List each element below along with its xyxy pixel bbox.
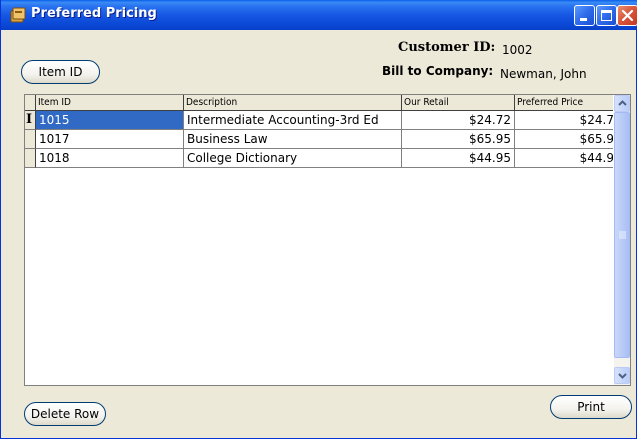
customer-id-value: 1002 (502, 43, 533, 57)
scroll-up-button[interactable] (614, 95, 630, 112)
cell-our-retail[interactable]: $24.72 (402, 111, 515, 130)
cell-our-retail[interactable]: $44.95 (402, 149, 515, 168)
scroll-down-button[interactable] (614, 367, 630, 384)
row-selector[interactable] (25, 149, 36, 168)
customer-id-label: Customer ID: (398, 40, 496, 55)
grip-icon (619, 231, 626, 239)
chevron-down-icon (618, 373, 627, 379)
close-icon (621, 9, 634, 22)
app-icon[interactable] (10, 7, 26, 23)
cell-preferred-price[interactable]: $44.9 (515, 149, 615, 168)
cell-preferred-price[interactable]: $24.7 (515, 111, 615, 130)
item-id-button[interactable]: Item ID (21, 60, 100, 84)
row-selector[interactable] (25, 130, 36, 149)
vertical-scrollbar[interactable] (613, 95, 630, 385)
delete-row-button[interactable]: Delete Row (24, 402, 106, 426)
row-selector[interactable]: I (25, 111, 36, 130)
print-button[interactable]: Print (550, 395, 632, 419)
window-title: Preferred Pricing (31, 6, 157, 21)
cell-preferred-price[interactable]: $65.9 (515, 130, 615, 149)
column-header-description[interactable]: Description (184, 95, 402, 111)
cell-description[interactable]: College Dictionary (184, 149, 402, 168)
cell-item-id[interactable]: 1018 (36, 149, 184, 168)
close-button[interactable] (617, 5, 637, 26)
bill-to-value: Newman, John (500, 67, 587, 81)
minimize-icon (580, 18, 587, 21)
header-corner (25, 95, 36, 111)
minimize-button[interactable] (574, 5, 595, 26)
chevron-up-icon (618, 100, 627, 106)
preferred-pricing-window: Preferred Pricing Customer ID: 1002 Bill… (0, 0, 637, 439)
cell-description[interactable]: Business Law (184, 130, 402, 149)
maximize-button[interactable] (596, 5, 617, 26)
pricing-grid[interactable]: Item ID Description Our Retail Preferred… (24, 94, 631, 386)
cell-our-retail[interactable]: $65.95 (402, 130, 515, 149)
maximize-icon (601, 10, 612, 21)
title-bar[interactable]: Preferred Pricing (1, 0, 637, 30)
bill-to-label: Bill to Company: (382, 64, 494, 78)
cell-item-id[interactable]: 1015 (36, 111, 184, 130)
column-header-preferred-price[interactable]: Preferred Price (515, 95, 615, 111)
current-row-marker: I (26, 112, 33, 127)
column-header-item-id[interactable]: Item ID (36, 95, 184, 111)
scroll-thumb[interactable] (614, 112, 630, 358)
cell-item-id[interactable]: 1017 (36, 130, 184, 149)
cell-description[interactable]: Intermediate Accounting-3rd Ed (184, 111, 402, 130)
column-header-our-retail[interactable]: Our Retail (402, 95, 515, 111)
